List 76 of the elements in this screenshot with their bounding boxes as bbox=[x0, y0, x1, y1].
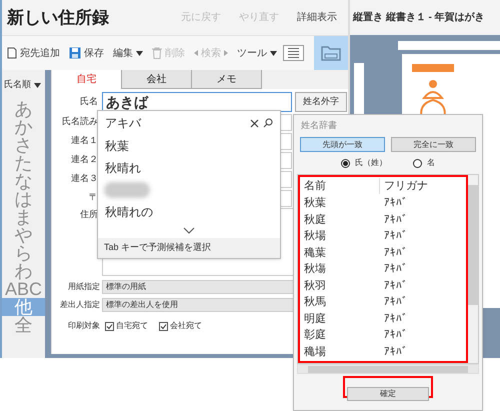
table-cell-text: ｱｷﾊﾞ bbox=[383, 295, 408, 310]
tab[interactable]: 自宅 bbox=[52, 70, 122, 89]
radio-label: 名 bbox=[427, 157, 435, 169]
caret-icon bbox=[136, 50, 143, 56]
table-cell-text: ｱｷﾊﾞ bbox=[383, 328, 408, 343]
field-label: 印刷対象 bbox=[67, 320, 101, 332]
confirm-button[interactable]: 確定 bbox=[347, 387, 429, 401]
dialog-title: 姓名辞書 bbox=[301, 120, 338, 131]
tab[interactable]: メモ bbox=[192, 70, 262, 89]
match-button[interactable]: 先頭が一致 bbox=[300, 137, 385, 152]
table-cell-text: ｱｷﾊﾞ bbox=[383, 212, 408, 228]
field-label: 用紙指定 bbox=[67, 281, 101, 293]
checkbox[interactable] bbox=[159, 322, 168, 330]
match-button[interactable]: 完全に一致 bbox=[391, 137, 476, 152]
field-label: 住所 bbox=[79, 208, 99, 221]
table-cell-text: ｱｷﾊﾞ bbox=[383, 262, 408, 277]
kanji-variant-button[interactable]: 姓名外字 bbox=[295, 92, 347, 112]
table-cell-text: 秋葉 bbox=[303, 196, 327, 211]
caret-icon bbox=[270, 50, 277, 56]
table-cell-text: ｱｷﾊﾞ bbox=[383, 229, 408, 244]
suggestion-hint: Tab キーで予測候補を選択 bbox=[98, 238, 280, 258]
table-cell-text: ｱｷﾊﾞ bbox=[383, 312, 408, 326]
search-icon[interactable] bbox=[263, 118, 273, 128]
toolbar-button[interactable]: 保存 bbox=[69, 46, 104, 60]
left-arrow-icon bbox=[194, 50, 198, 56]
field-label: 連名３ bbox=[70, 172, 99, 186]
field-label: 連名１ bbox=[70, 134, 99, 148]
list-view-button[interactable] bbox=[283, 45, 304, 61]
checkbox[interactable] bbox=[105, 322, 114, 330]
close-icon[interactable] bbox=[250, 118, 259, 128]
field-label: 〒 bbox=[88, 191, 99, 204]
table-cell-text: 秋馬 bbox=[303, 295, 327, 310]
sort-dropdown[interactable]: 氏名順 bbox=[4, 78, 31, 92]
tab[interactable]: 会社 bbox=[122, 70, 192, 89]
suggestion-item[interactable]: 秋晴れの bbox=[98, 201, 280, 223]
field-label: 氏名 bbox=[79, 95, 99, 108]
chevron-down-icon[interactable] bbox=[183, 227, 195, 234]
suggestion-query: アキバ bbox=[105, 115, 141, 132]
suggestion-item[interactable]: 秋晴れ bbox=[98, 157, 280, 179]
checkbox-label: 自宅宛て bbox=[116, 320, 148, 332]
radio-button[interactable] bbox=[413, 158, 422, 168]
save-icon bbox=[69, 47, 81, 59]
table-cell-text: 秋場 bbox=[303, 229, 327, 244]
scrollbar[interactable] bbox=[468, 175, 478, 363]
table-cell-text: ｱｷﾊﾞ bbox=[383, 246, 408, 260]
table-cell-text: 秋塲 bbox=[303, 262, 327, 277]
table-cell-text: 彰庭 bbox=[303, 328, 327, 343]
caret-icon bbox=[34, 82, 41, 88]
toolbar-button[interactable]: 編集 bbox=[113, 46, 143, 60]
table-cell-text: 穐場 bbox=[303, 344, 327, 360]
trash-icon bbox=[152, 47, 162, 59]
column-header: 名前 bbox=[300, 178, 380, 194]
table-cell-text: ｱｷﾊﾞ bbox=[383, 278, 408, 294]
table-cell-text: 穐葉 bbox=[303, 246, 327, 260]
table-cell-text: 秋庭 bbox=[303, 212, 327, 228]
field-label: 氏名読み bbox=[61, 115, 99, 128]
suggestion-item[interactable]: 秋葉 bbox=[98, 135, 280, 157]
window-title: 新しい住所録 bbox=[7, 6, 109, 29]
field-label: 連名２ bbox=[70, 153, 99, 166]
header-action[interactable]: 詳細表示 bbox=[297, 10, 337, 25]
right-arrow-icon bbox=[224, 50, 228, 56]
table-cell-text: 明庭 bbox=[303, 312, 327, 326]
document-icon bbox=[7, 47, 17, 59]
table-cell-text: ｱｷﾊﾞ bbox=[383, 344, 408, 360]
scrollbar[interactable] bbox=[297, 364, 479, 374]
field-label: 差出人指定 bbox=[59, 299, 101, 311]
table-cell-text: 秋羽 bbox=[303, 278, 327, 294]
folder-icon bbox=[321, 45, 341, 61]
radio-button[interactable] bbox=[341, 158, 350, 168]
radio-label: 氏（姓） bbox=[355, 157, 387, 169]
toolbar-button[interactable]: 宛先追加 bbox=[7, 46, 60, 60]
column-header: フリガナ bbox=[383, 178, 428, 194]
preview-title: 縦置き 縦書き１ - 年賀はがき bbox=[353, 10, 485, 25]
checkbox-label: 会社宛て bbox=[170, 320, 202, 332]
table-cell-text: ｱｷﾊﾞ bbox=[383, 196, 408, 211]
toolbar-button[interactable]: ツール bbox=[237, 46, 277, 60]
